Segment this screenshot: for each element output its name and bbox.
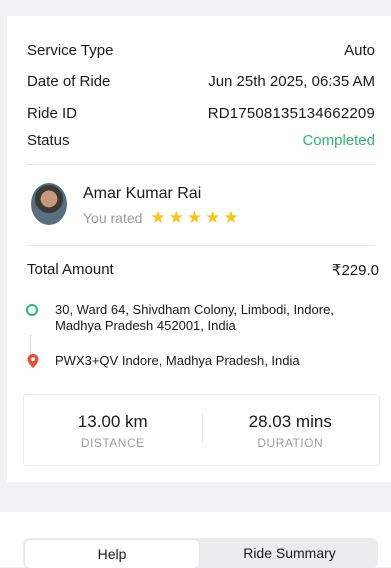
divider — [27, 164, 375, 165]
duration-label: DURATION — [257, 436, 324, 450]
service-type-value: Auto — [344, 42, 375, 59]
ride-details-card: Service Type Auto Date of Ride Jun 25th … — [7, 16, 391, 482]
top-strip — [0, 0, 391, 16]
ride-id-label: Ride ID — [27, 105, 78, 122]
distance-label: DISTANCE — [80, 436, 145, 450]
status-value: Completed — [302, 132, 375, 149]
trip-stats-box: 13.00 km DISTANCE 28.03 mins DURATION — [23, 394, 380, 466]
tab-help[interactable]: Help — [25, 540, 199, 568]
duration-value: 28.03 mins — [248, 412, 332, 431]
duration-stat: 28.03 mins DURATION — [202, 395, 380, 465]
driver-name: Amar Kumar Rai — [83, 185, 202, 202]
ride-id-row: Ride ID RD17508135134662209 — [27, 105, 375, 122]
tab-ride-summary[interactable]: Ride Summary — [201, 538, 378, 568]
red-location-pin-icon — [27, 354, 39, 368]
total-amount-row: Total Amount ₹229.0 — [27, 261, 379, 279]
green-circle-pin-icon — [26, 304, 38, 316]
distance-stat: 13.00 km DISTANCE — [24, 395, 202, 465]
section-gap — [0, 482, 391, 512]
status-label: Status — [27, 132, 70, 149]
total-amount-value: ₹229.0 — [331, 262, 379, 279]
total-amount-label: Total Amount — [27, 261, 114, 278]
date-row: Date of Ride Jun 25th 2025, 06:35 AM — [27, 73, 375, 90]
date-value: Jun 25th 2025, 06:35 AM — [208, 73, 375, 90]
driver-avatar — [31, 183, 67, 225]
service-type-row: Service Type Auto — [27, 42, 375, 59]
rating-row: You rated ★★★★★ — [83, 208, 242, 228]
rated-label: You rated — [83, 210, 143, 226]
star-rating-icon: ★★★★★ — [150, 208, 242, 227]
driver-section: Amar Kumar Rai You rated ★★★★★ — [27, 181, 375, 231]
segmented-tabs: Help Ride Summary — [23, 538, 378, 568]
distance-value: 13.00 km — [77, 412, 148, 431]
bottom-panel: Help Ride Summary — [0, 512, 391, 568]
service-type-label: Service Type — [27, 42, 114, 59]
date-label: Date of Ride — [27, 73, 111, 90]
drop-address: PWX3+QV Indore, Madhya Pradesh, India — [55, 353, 300, 368]
divider — [27, 245, 375, 246]
status-row: Status Completed — [27, 132, 375, 149]
ride-id-value[interactable]: RD17508135134662209 — [208, 105, 375, 122]
pickup-address: 30, Ward 64, Shivdham Colony, Limbodi, I… — [55, 302, 334, 333]
